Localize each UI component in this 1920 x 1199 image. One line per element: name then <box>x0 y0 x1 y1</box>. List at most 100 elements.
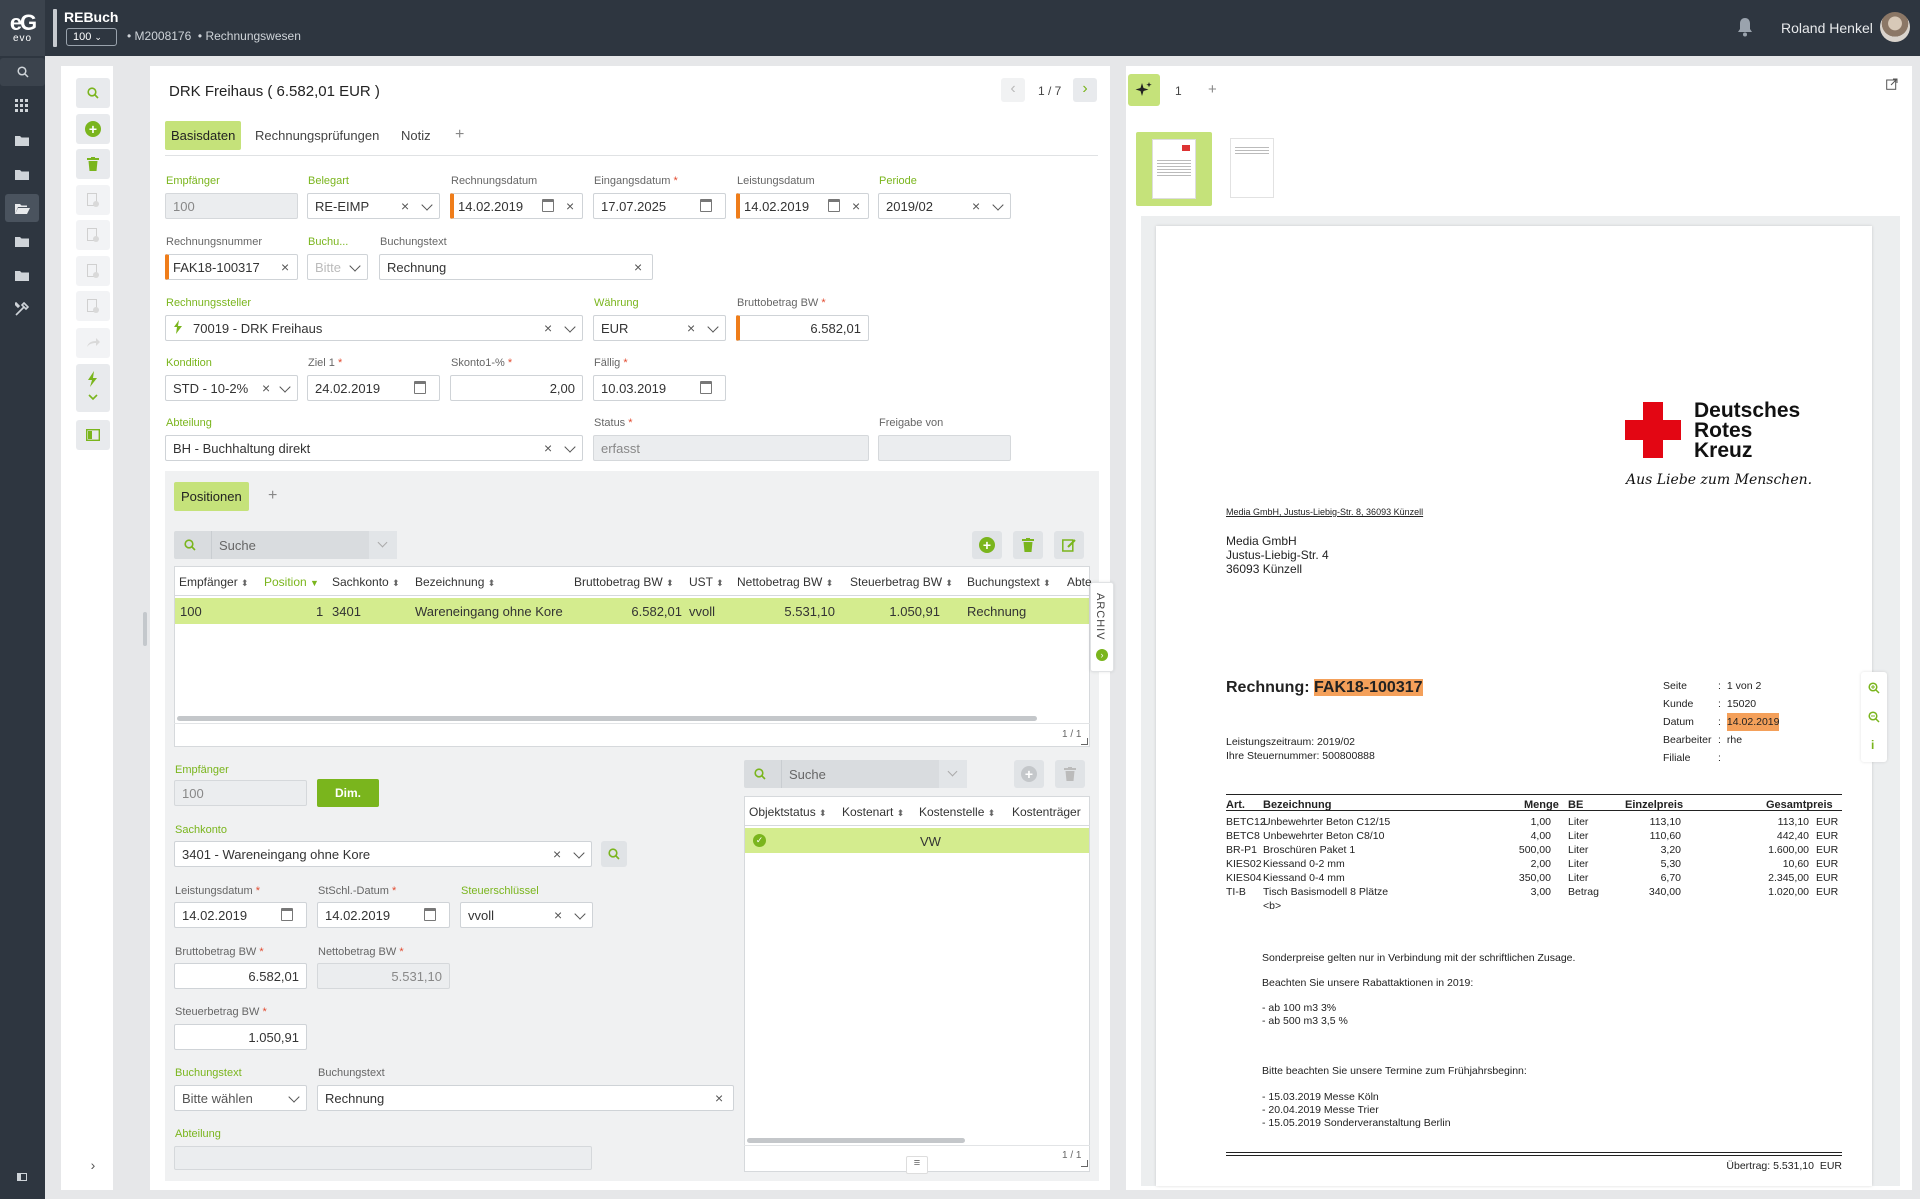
detail-stschl-field[interactable]: 14.02.2019 <box>317 902 450 928</box>
chevron-down-icon[interactable] <box>288 1091 300 1103</box>
column-header-brutto[interactable]: Bruttobetrag BW ⬍ <box>574 575 674 589</box>
lightning-menu-button[interactable] <box>76 364 110 412</box>
chevron-down-icon[interactable] <box>992 199 1004 211</box>
doc-action-button[interactable] <box>76 291 110 321</box>
column-header-buchungstext[interactable]: Buchungstext ⬍ <box>967 575 1051 589</box>
info-icon[interactable]: i <box>1871 738 1874 752</box>
abteilung-select[interactable]: BH - Buchhaltung direkt × <box>165 435 583 461</box>
chevron-down-icon[interactable] <box>573 847 585 859</box>
kondition-select[interactable]: STD - 10-2% × <box>165 375 298 401</box>
clear-icon[interactable]: × <box>554 907 562 923</box>
resize-handle[interactable] <box>143 612 147 646</box>
chevron-down-icon[interactable] <box>574 908 586 920</box>
detail-sachkonto-select[interactable]: 3401 - Wareneingang ohne Kore × <box>174 841 592 867</box>
expand-icon[interactable]: › <box>76 1150 110 1180</box>
clear-icon[interactable]: × <box>687 320 695 336</box>
detail-buchungstext-select[interactable]: Bitte wählen <box>174 1085 307 1111</box>
column-header-abteilung[interactable]: Abte <box>1067 575 1092 589</box>
lightning-icon[interactable] <box>173 320 183 337</box>
ai-sparkle-button[interactable] <box>1128 74 1160 106</box>
clear-icon[interactable]: × <box>634 259 642 275</box>
prev-record-button[interactable]: ‹ <box>1001 78 1025 102</box>
rechnungsnummer-field[interactable]: FAK18-100317 × <box>165 254 298 280</box>
page-tab[interactable]: 1 <box>1175 84 1182 98</box>
copy-doc-button[interactable] <box>76 185 110 215</box>
archiv-side-tab[interactable]: ARCHIV › <box>1090 582 1114 672</box>
folder-icon[interactable] <box>11 264 33 286</box>
folder-open-icon[interactable] <box>5 194 39 222</box>
external-link-icon[interactable] <box>1886 78 1898 90</box>
eingangsdatum-field[interactable]: 17.07.2025 <box>593 193 726 219</box>
horizontal-scrollbar[interactable] <box>177 716 1037 721</box>
page-thumbnail-1[interactable] <box>1136 132 1212 206</box>
calendar-icon[interactable] <box>414 381 426 394</box>
clear-icon[interactable]: × <box>544 440 552 456</box>
clear-icon[interactable]: × <box>259 380 274 396</box>
search-dropdown[interactable] <box>369 531 397 559</box>
column-header-kostentraeger[interactable]: Kostenträger <box>1012 805 1081 819</box>
clear-icon[interactable]: × <box>553 846 561 862</box>
column-header-ust[interactable]: UST ⬍ <box>689 575 724 589</box>
column-header-bezeichnung[interactable]: Bezeichnung ⬍ <box>415 575 495 589</box>
list-icon[interactable]: ≡ <box>906 1156 928 1174</box>
search-icon[interactable] <box>0 58 45 86</box>
apps-grid-icon[interactable] <box>11 95 33 117</box>
next-record-button[interactable]: › <box>1073 78 1097 102</box>
chevron-down-icon[interactable] <box>421 199 433 211</box>
table-row[interactable]: 100 1 3401 Wareneingang ohne Kore 6.582,… <box>175 598 1089 624</box>
belegart-select[interactable]: RE-EIMP × <box>307 193 440 219</box>
calendar-icon[interactable] <box>700 199 712 212</box>
calendar-icon[interactable] <box>700 381 712 394</box>
bruttobetrag-field[interactable]: 6.582,01 <box>736 315 869 341</box>
breadcrumb-item[interactable]: M2008176 <box>135 29 192 43</box>
app-logo[interactable]: eG evo <box>0 0 45 56</box>
skonto-field[interactable]: 2,00 <box>450 375 583 401</box>
detail-steuerschluessel-select[interactable]: vvoll × <box>460 902 593 928</box>
clear-icon[interactable]: × <box>852 198 860 214</box>
tab-positionen[interactable]: Positionen <box>174 482 249 511</box>
search-button[interactable] <box>76 78 110 108</box>
sidebar-layout-button[interactable] <box>76 420 110 450</box>
delete-button[interactable] <box>76 149 110 179</box>
waehrung-select[interactable]: EUR × <box>593 315 726 341</box>
edit-position-button[interactable] <box>1054 531 1084 559</box>
add-page-icon[interactable]: + <box>1208 81 1217 98</box>
faellig-field[interactable]: 10.03.2019 <box>593 375 726 401</box>
column-header-steuer[interactable]: Steuerbetrag BW ⬍ <box>850 575 953 589</box>
chevron-down-icon[interactable] <box>564 321 576 333</box>
add-position-button[interactable]: + <box>972 531 1002 559</box>
buchungskreis-select[interactable]: Bitte <box>307 254 368 280</box>
zoom-in-icon[interactable] <box>1868 682 1880 697</box>
detail-brutto-field[interactable]: 6.582,01 <box>174 963 307 989</box>
calendar-icon[interactable] <box>281 908 293 921</box>
table-row[interactable]: ✓ VW <box>745 828 1089 853</box>
column-header-empfaenger[interactable]: Empfänger ⬍ <box>179 575 249 589</box>
rechnungssteller-select[interactable]: 70019 - DRK Freihaus × <box>165 315 583 341</box>
dim-button[interactable]: Dim. <box>317 779 379 807</box>
buchungstext-field[interactable]: Rechnung × <box>379 254 653 280</box>
avatar[interactable] <box>1880 12 1910 42</box>
tab-basisdaten[interactable]: Basisdaten <box>165 121 242 150</box>
folder-icon[interactable] <box>11 129 33 151</box>
page-thumbnail-2[interactable] <box>1230 138 1274 198</box>
add-button[interactable]: + <box>76 114 110 144</box>
panel-toggle-icon[interactable] <box>11 1166 33 1188</box>
column-header-position[interactable]: Position ▼ <box>264 575 319 589</box>
kore-search[interactable]: Suche <box>744 760 967 788</box>
clear-icon[interactable]: × <box>281 259 289 275</box>
tools-icon[interactable] <box>11 298 33 320</box>
folder-icon[interactable] <box>11 163 33 185</box>
doc-action-button[interactable] <box>76 256 110 286</box>
add-tab-icon[interactable]: + <box>268 487 277 505</box>
clear-icon[interactable]: × <box>401 198 409 214</box>
resize-grip-icon[interactable] <box>1081 738 1088 745</box>
rechnungsdatum-field[interactable]: 14.02.2019 × <box>450 193 583 219</box>
chevron-down-icon[interactable] <box>349 260 361 272</box>
add-kore-button[interactable]: + <box>1014 760 1044 788</box>
resize-grip-icon[interactable] <box>1081 1160 1088 1167</box>
detail-leistungsdatum-field[interactable]: 14.02.2019 <box>174 902 307 928</box>
sachkonto-search-button[interactable] <box>601 841 627 867</box>
delete-kore-button[interactable] <box>1055 760 1085 788</box>
positionen-search[interactable]: Suche <box>174 531 397 559</box>
add-tab-icon[interactable]: + <box>455 126 464 144</box>
